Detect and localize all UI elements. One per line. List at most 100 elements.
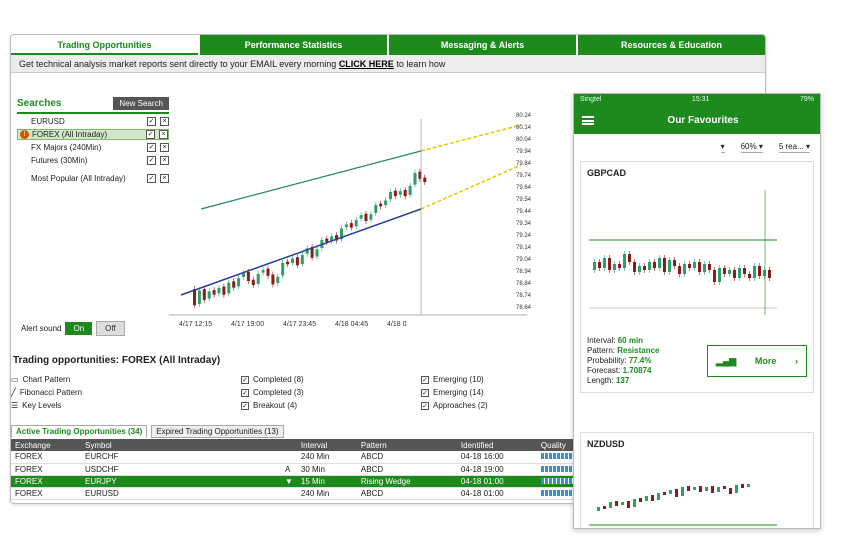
candle (608, 258, 611, 270)
table-row[interactable]: FOREX USDCHF A 30 Min ABCD 04-18 19:00 (11, 463, 611, 476)
new-search-button[interactable]: New Search (113, 97, 169, 110)
mini-chart[interactable] (587, 451, 811, 529)
checkbox[interactable]: ✓ (241, 388, 249, 397)
checkbox[interactable]: ✓ (421, 401, 429, 410)
filter-dropdown-3[interactable]: 5 rea... ▾ (778, 142, 810, 153)
price-chart[interactable]: 80.24 80.14 80.04 79.94 79.84 79.74 79.64 79.54… (169, 99, 539, 341)
candle (315, 249, 319, 257)
edit-icon[interactable]: ✓ (147, 143, 156, 152)
y-tick-label: 78.64 (516, 305, 532, 311)
search-item-eurusd[interactable]: EURUSD ✓ × (17, 116, 169, 127)
candle (344, 224, 348, 228)
checkbox[interactable]: ✓ (241, 401, 249, 410)
filter-breakout[interactable]: ✓ Breakout (4) (241, 401, 421, 410)
candle (747, 484, 750, 487)
alert-off-button[interactable]: Off (96, 321, 125, 336)
col-symbol[interactable]: Symbol (81, 439, 281, 451)
filter-dropdown-1[interactable]: ▾ (720, 142, 725, 153)
filter-completed-2[interactable]: ✓ Completed (3) (241, 388, 421, 397)
search-item-fx-majors[interactable]: FX Majors (240Min) ✓ × (17, 142, 169, 153)
edit-icon[interactable]: ✓ (147, 117, 156, 126)
edit-icon[interactable]: ✓ (147, 156, 156, 165)
candle (398, 191, 402, 195)
carrier: Singtel (580, 96, 602, 103)
delete-icon[interactable]: × (159, 130, 168, 139)
cell: EURCHF (81, 451, 281, 464)
search-item-futures[interactable]: Futures (30Min) ✓ × (17, 155, 169, 166)
table-row[interactable]: FOREX EURUSD 240 Min ABCD 04-18 01:00 (11, 487, 611, 500)
candle (723, 486, 726, 489)
filter-emerging-2[interactable]: ✓ Emerging (14) (421, 388, 484, 397)
table-row[interactable]: FOREX EURCHF 240 Min ABCD 04-18 16:00 (11, 451, 611, 464)
y-tick-label: 80.24 (516, 113, 532, 119)
search-item-most-popular[interactable]: Most Popular (All Intraday) ✓ × (17, 168, 169, 188)
candle (748, 274, 751, 278)
filter-dropdown-2[interactable]: 60% ▾ (740, 142, 763, 153)
label: Interval: (587, 336, 616, 345)
table-row-selected[interactable]: FOREX EURJPY ▼ 15 Min Rising Wedge 04-18 01:0… (11, 475, 611, 488)
candle (658, 258, 661, 268)
card-details: Interval: 60 min Pattern: Resistance Pro… (587, 336, 660, 386)
mini-chart[interactable] (587, 180, 811, 330)
quality-bar (540, 465, 577, 472)
bars-icon: ▂▄▆ (716, 355, 737, 366)
filter-emerging-1[interactable]: ✓ Emerging (10) (421, 375, 484, 384)
candle (266, 268, 270, 276)
candle (741, 484, 744, 488)
tab-active-opportunities[interactable]: Active Trading Opportunities (34) (11, 425, 148, 438)
click-here-link[interactable]: CLICK HERE (339, 59, 394, 69)
candle (638, 266, 641, 272)
candle (237, 278, 241, 287)
tab-expired-opportunities[interactable]: Expired Trading Opportunities (13) (151, 425, 284, 438)
filter-approaches[interactable]: ✓ Approaches (2) (421, 401, 488, 410)
candle (618, 264, 621, 268)
label: Pattern: (587, 346, 616, 355)
candle (651, 495, 654, 501)
checkbox[interactable]: ✓ (241, 375, 249, 384)
quality-bar (540, 477, 577, 484)
candle (633, 262, 636, 272)
candle (675, 489, 678, 497)
col-identified[interactable]: Identified (456, 439, 537, 451)
checkbox[interactable]: ✓ (421, 388, 429, 397)
x-tick-label: 4/18 04:45 (335, 321, 368, 328)
alert-on-button[interactable]: On (65, 322, 93, 335)
candle (753, 266, 756, 278)
candle (645, 496, 648, 501)
tab-resources-education[interactable]: Resources & Education (578, 35, 765, 55)
y-tick-label: 79.84 (516, 161, 532, 167)
checkbox[interactable]: ✓ (421, 375, 429, 384)
menu-icon[interactable] (582, 115, 594, 125)
tab-performance-statistics[interactable]: Performance Statistics (200, 35, 387, 55)
col-exchange[interactable]: Exchange (11, 439, 81, 451)
candle (232, 281, 236, 288)
candle (768, 270, 771, 278)
delete-icon[interactable]: × (160, 143, 169, 152)
col-interval[interactable]: Interval (296, 439, 357, 451)
delete-icon[interactable]: × (160, 156, 169, 165)
candle (669, 490, 672, 494)
favourite-card-nzdusd[interactable]: NZDUSD (580, 432, 814, 529)
search-item-label: Most Popular (All Intraday) (31, 173, 126, 183)
favourite-card-gbpcad[interactable]: GBPCAD Interval: 60 min Pattern: Resista… (580, 161, 814, 393)
delete-icon[interactable]: × (160, 173, 169, 183)
card-symbol: NZDUSD (587, 439, 625, 449)
delete-icon[interactable]: × (160, 117, 169, 126)
candle (256, 273, 260, 284)
tab-messaging-alerts[interactable]: Messaging & Alerts (389, 35, 576, 55)
candle (597, 507, 600, 511)
filter-completed-1[interactable]: ✓ Completed (8) (241, 375, 421, 384)
value: 77.4% (628, 356, 652, 365)
cell: USDCHF (81, 463, 281, 476)
edit-icon[interactable]: ✓ (147, 173, 156, 183)
edit-icon[interactable]: ✓ (146, 130, 155, 139)
col-pattern[interactable]: Pattern (356, 439, 457, 451)
candle (251, 279, 255, 286)
more-button[interactable]: ▂▄▆ More › (707, 345, 807, 377)
candle (735, 485, 738, 493)
search-item-forex[interactable]: ! FOREX (All Intraday) ✓ × (17, 129, 169, 140)
tab-trading-opportunities[interactable]: Trading Opportunities (11, 35, 198, 55)
notice-suffix: to learn how (396, 59, 446, 69)
chart-pattern-icon: ▭ (11, 375, 19, 384)
cell: ▼ (281, 475, 297, 488)
